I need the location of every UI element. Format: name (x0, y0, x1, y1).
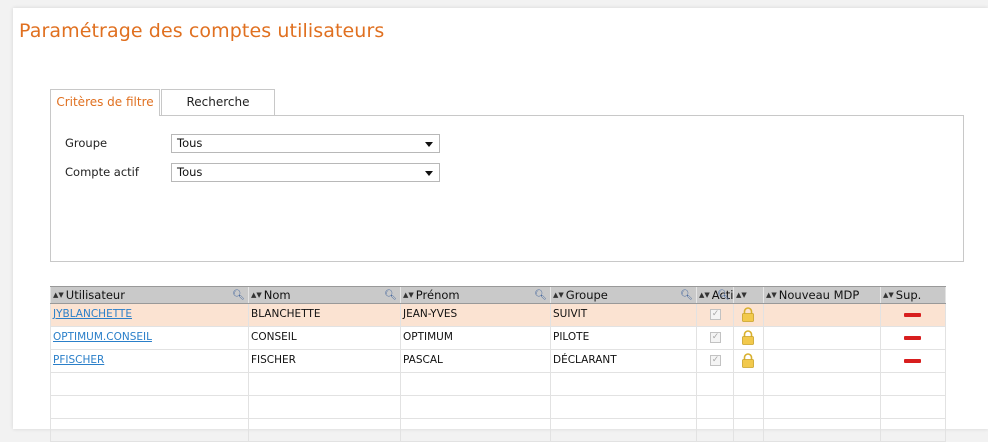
column-header-sup[interactable]: ▲▼ Sup. (880, 287, 946, 303)
delete-minus-icon[interactable] (904, 359, 921, 363)
nouveau-mdp-cell (763, 350, 880, 372)
table-row[interactable]: OPTIMUM.CONSEIL CONSEIL OPTIMUM PILOTE ✓ (50, 327, 946, 350)
lock-icon[interactable] (741, 353, 755, 368)
empty-row (50, 373, 946, 396)
user-link[interactable]: JYBLANCHETTE (53, 308, 132, 320)
prenom-cell: PASCAL (400, 350, 550, 372)
nouveau-mdp-cell (763, 327, 880, 349)
empty-row (50, 419, 946, 442)
column-header-utilisateur[interactable]: ▲▼ Utilisateur 🔍︎ (50, 287, 248, 303)
table-row[interactable]: JYBLANCHETTE BLANCHETTE JEAN-YVES SUIVIT… (50, 304, 946, 327)
lock-icon[interactable] (741, 330, 755, 345)
nom-cell: FISCHER (248, 350, 400, 372)
empty-row (50, 396, 946, 419)
page-title: Paramétrage des comptes utilisateurs (19, 20, 385, 42)
groupe-cell: DÉCLARANT (550, 350, 696, 372)
magnifier-icon[interactable]: 🔍︎ (384, 288, 397, 303)
sort-arrows-icon[interactable]: ▲▼ (53, 291, 64, 299)
actif-checkbox: ✓ (710, 309, 721, 320)
magnifier-icon[interactable]: 🔍︎ (534, 288, 547, 303)
sort-arrows-icon[interactable]: ▲▼ (699, 291, 710, 299)
nom-cell: BLANCHETTE (248, 304, 400, 326)
column-header-lock[interactable]: ▲▼ (733, 287, 763, 303)
prenom-cell: OPTIMUM (400, 327, 550, 349)
users-grid: ▲▼ Utilisateur 🔍︎ ▲▼ Nom 🔍︎ ▲▼ Prénom 🔍︎ ▲▼… (50, 286, 946, 442)
sort-arrows-icon[interactable]: ▲▼ (251, 291, 262, 299)
delete-minus-icon[interactable] (904, 313, 921, 317)
chevron-down-icon (425, 171, 433, 176)
filter-panel: Groupe Tous Compte actif Tous (50, 115, 964, 262)
sort-arrows-icon[interactable]: ▲▼ (403, 291, 414, 299)
column-header-groupe[interactable]: ▲▼ Groupe 🔍︎ (550, 287, 696, 303)
groupe-cell: PILOTE (550, 327, 696, 349)
grid-header: ▲▼ Utilisateur 🔍︎ ▲▼ Nom 🔍︎ ▲▼ Prénom 🔍︎ ▲▼… (50, 286, 946, 304)
sort-arrows-icon[interactable]: ▲▼ (766, 291, 777, 299)
sort-arrows-icon[interactable]: ▲▼ (553, 291, 564, 299)
groupe-select[interactable]: Tous (171, 134, 440, 153)
groupe-select-value: Tous (177, 136, 203, 150)
delete-minus-icon[interactable] (904, 336, 921, 340)
table-row[interactable]: PFISCHER FISCHER PASCAL DÉCLARANT ✓ (50, 350, 946, 373)
nouveau-mdp-cell (763, 304, 880, 326)
prenom-cell: JEAN-YVES (400, 304, 550, 326)
sort-arrows-icon[interactable]: ▲▼ (883, 291, 894, 299)
column-header-nom[interactable]: ▲▼ Nom 🔍︎ (248, 287, 400, 303)
magnifier-icon[interactable]: 🔍︎ (232, 288, 245, 303)
groupe-label: Groupe (65, 136, 108, 150)
user-link[interactable]: OPTIMUM.CONSEIL (53, 331, 152, 343)
sort-arrows-icon[interactable]: ▲▼ (736, 291, 747, 299)
column-header-actif[interactable]: ▲▼ Acti 🔍︎ (696, 287, 733, 303)
nom-cell: CONSEIL (248, 327, 400, 349)
user-link[interactable]: PFISCHER (53, 354, 104, 366)
groupe-cell: SUIVIT (550, 304, 696, 326)
compte-actif-select[interactable]: Tous (171, 163, 440, 182)
magnifier-icon[interactable]: 🔍︎ (680, 288, 693, 303)
compte-actif-select-value: Tous (177, 165, 203, 179)
column-header-nouveau-mdp[interactable]: ▲▼ Nouveau MDP (763, 287, 880, 303)
lock-icon[interactable] (741, 307, 755, 322)
compte-actif-label: Compte actif (65, 165, 139, 179)
column-header-prenom[interactable]: ▲▼ Prénom 🔍︎ (400, 287, 550, 303)
magnifier-icon[interactable]: 🔍︎ (717, 288, 730, 303)
actif-checkbox: ✓ (710, 332, 721, 343)
actif-checkbox: ✓ (710, 355, 721, 366)
chevron-down-icon (425, 142, 433, 147)
tab-criteres-filtre[interactable]: Critères de filtre (50, 89, 160, 116)
tab-recherche[interactable]: Recherche (161, 89, 275, 115)
